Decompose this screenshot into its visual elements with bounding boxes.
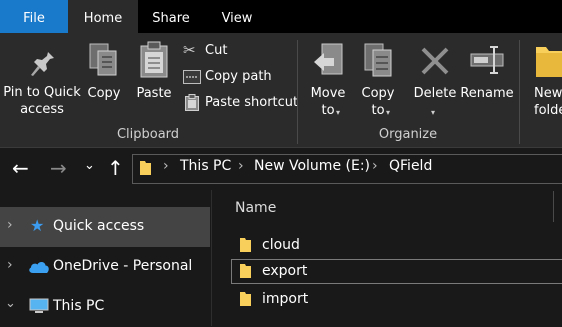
copy-path-label: Copy path [205,69,272,84]
pin-label-line2: access [20,102,64,117]
clipboard-group-label: Clipboard [116,127,180,142]
pin-icon [31,49,54,76]
column-divider[interactable] [553,191,554,222]
column-header-name[interactable]: Name [235,200,276,216]
nav-item-label: OneDrive - Personal [53,258,193,274]
file-name: export [262,263,308,279]
copy-icon [89,43,117,76]
folder-icon [240,238,251,252]
rename-icon [470,46,504,74]
list-item[interactable]: export [231,259,562,284]
copy-button[interactable]: Copy [84,38,124,108]
rename-button[interactable]: Rename [460,38,514,108]
new-folder-label-line1: New [534,86,562,101]
paste-label: Paste [136,86,172,101]
list-item[interactable]: import [231,287,562,312]
folder-icon [536,47,562,77]
cloud-icon [29,261,49,273]
breadcrumb-qfield[interactable]: QField [389,158,432,174]
breadcrumb-separator-icon: › [372,158,378,174]
pane-splitter[interactable] [211,190,212,326]
delete-icon [421,47,449,75]
move-to-label: Move to [310,86,346,118]
move-to-dropdown-icon: ▾ [336,108,341,117]
file-name: cloud [262,237,300,253]
ribbon-separator [519,40,520,144]
paste-shortcut-button[interactable]: Paste shortcut [183,93,298,113]
collapse-chevron-icon[interactable]: ⌄ [5,296,16,311]
tab-view[interactable]: View [204,0,270,33]
copy-path-icon [183,70,201,84]
breadcrumb-separator-icon: › [163,158,169,174]
computer-icon [29,298,49,313]
delete-label: Delete [413,86,457,101]
nav-item-label: This PC [53,298,105,314]
cut-label: Cut [205,43,228,58]
folder-icon [240,292,251,306]
copy-to-dropdown-icon: ▾ [386,108,391,117]
list-item[interactable]: cloud [231,233,562,258]
pin-label-line1: Pin to Quick [3,85,81,100]
paste-shortcut-label: Paste shortcut [205,95,299,110]
cut-button[interactable]: ✂ Cut [183,41,283,61]
move-to-icon [314,43,343,75]
new-folder-button[interactable]: New folde [528,38,562,122]
nav-item-quick-access[interactable]: › ★ Quick access [0,207,210,247]
move-to-button[interactable]: Move to ▾ [306,38,350,122]
file-name: import [262,291,309,307]
delete-button[interactable]: Delete ▾ [412,38,458,122]
copy-to-button[interactable]: Copy to ▾ [356,38,400,122]
paste-button[interactable]: Paste [132,38,176,108]
copy-label: Copy [87,86,121,101]
up-arrow-icon[interactable]: ↑ [107,156,124,180]
recent-locations-chevron-icon[interactable]: ⌄ [84,158,95,173]
paste-icon [140,41,168,78]
breadcrumb-new-volume[interactable]: New Volume (E:) [254,158,370,174]
folder-icon [240,264,251,278]
delete-dropdown-icon: ▾ [431,108,436,117]
copy-path-button[interactable]: Copy path [183,67,283,87]
tab-file[interactable]: File [0,0,68,33]
nav-item-this-pc[interactable]: ⌄ This PC [0,287,210,327]
nav-item-label: Quick access [53,218,145,234]
organize-group-label: Organize [378,127,438,142]
paste-shortcut-icon [185,94,199,111]
back-arrow-icon[interactable]: ← [12,156,29,180]
new-folder-label-line2: folde [534,103,562,118]
expand-chevron-icon[interactable]: › [7,217,13,233]
nav-item-onedrive[interactable]: › OneDrive - Personal [0,247,210,287]
expand-chevron-icon[interactable]: › [7,257,13,273]
tab-share[interactable]: Share [138,0,204,33]
rename-label: Rename [460,86,514,101]
scissors-icon: ✂ [183,41,196,59]
copy-to-icon [364,43,392,77]
pin-to-quick-access-button[interactable]: Pin to Quick access [2,38,82,122]
forward-arrow-icon[interactable]: → [50,156,67,180]
breadcrumb-separator-icon: › [238,158,244,174]
folder-icon [140,161,151,175]
star-icon: ★ [30,216,45,235]
tab-home[interactable]: Home [68,0,138,33]
breadcrumb-this-pc[interactable]: This PC [180,158,231,174]
